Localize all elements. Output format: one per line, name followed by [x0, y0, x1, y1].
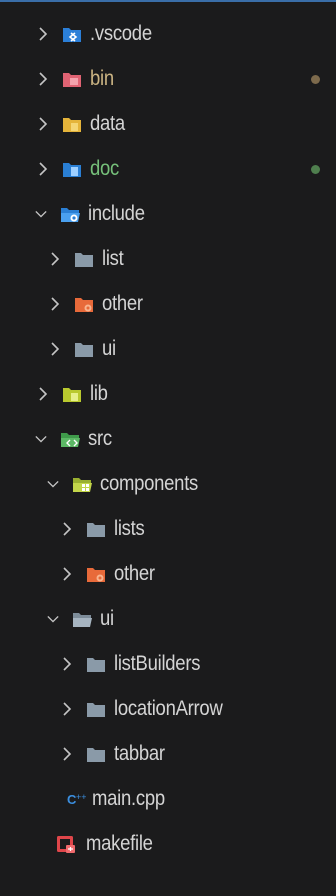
chevron-right-icon[interactable]: [36, 387, 50, 401]
tree-item-include-folder[interactable]: include: [0, 194, 336, 234]
tree-item-other-folder[interactable]: other: [0, 284, 336, 324]
tree-item-label: lib: [90, 382, 108, 405]
tree-item-main-cpp-file[interactable]: C ++ main.cpp: [0, 779, 336, 819]
vscode-folder-icon: [62, 24, 82, 44]
chevron-right-icon[interactable]: [48, 252, 62, 266]
tree-item-label: locationArrow: [114, 697, 223, 720]
chevron-right-icon[interactable]: [36, 162, 50, 176]
tree-item-label: bin: [90, 67, 114, 90]
chevron-right-icon[interactable]: [48, 297, 62, 311]
tree-item-tabbar-folder[interactable]: tabbar: [0, 734, 336, 774]
tree-item-label: main.cpp: [92, 787, 165, 810]
folder-icon: [86, 654, 106, 674]
tree-item-label: src: [88, 427, 112, 450]
other-folder-icon: [74, 294, 94, 314]
tree-item-ui-folder[interactable]: ui: [0, 599, 336, 639]
chevron-right-icon[interactable]: [60, 702, 74, 716]
tree-item-list-folder[interactable]: list: [0, 239, 336, 279]
tree-item-lib-folder[interactable]: lib: [0, 374, 336, 414]
tree-item-label: ui: [100, 607, 114, 630]
tree-item-label: data: [90, 112, 125, 135]
chevron-right-icon[interactable]: [48, 342, 62, 356]
folder-open-icon: [72, 609, 92, 629]
tree-item-other-folder[interactable]: other: [0, 554, 336, 594]
folder-icon: [74, 249, 94, 269]
tree-item-label: .vscode: [90, 22, 152, 45]
other-folder-icon: [86, 564, 106, 584]
tree-item-lists-folder[interactable]: lists: [0, 509, 336, 549]
modified-status-dot: [311, 74, 320, 84]
bin-folder-icon: [62, 69, 82, 89]
tree-item-data-folder[interactable]: data: [0, 104, 336, 144]
tree-item-listbuilders-folder[interactable]: listBuilders: [0, 644, 336, 684]
folder-icon: [86, 744, 106, 764]
tree-item-doc-folder[interactable]: doc: [0, 149, 336, 189]
chevron-down-icon[interactable]: [34, 432, 48, 446]
untracked-status-dot: [311, 164, 320, 174]
tree-item-makefile[interactable]: makefile: [0, 824, 336, 864]
tree-item-label: list: [102, 247, 124, 270]
folder-icon: [74, 339, 94, 359]
src-folder-open-icon: [60, 429, 80, 449]
tree-item-label: tabbar: [114, 742, 165, 765]
tree-item-vscode-folder[interactable]: .vscode: [0, 14, 336, 54]
tree-item-label: doc: [90, 157, 120, 180]
components-folder-open-icon: [72, 474, 92, 494]
cpp-file-icon: C ++: [66, 789, 86, 809]
doc-folder-icon: [62, 159, 82, 179]
chevron-right-icon[interactable]: [60, 567, 74, 581]
file-explorer: .vscode bin data doc include list other …: [0, 0, 336, 896]
tree-item-label: other: [102, 292, 143, 315]
data-folder-icon: [62, 114, 82, 134]
chevron-down-icon[interactable]: [34, 207, 48, 221]
chevron-right-icon[interactable]: [60, 747, 74, 761]
tree-item-ui-folder[interactable]: ui: [0, 329, 336, 369]
chevron-right-icon[interactable]: [36, 27, 50, 41]
tree-item-src-folder[interactable]: src: [0, 419, 336, 459]
tree-item-bin-folder[interactable]: bin: [0, 59, 336, 99]
tree-item-locationarrow-folder[interactable]: locationArrow: [0, 689, 336, 729]
tree-item-label: include: [88, 202, 145, 225]
tree-item-label: makefile: [86, 832, 153, 855]
svg-text:++: ++: [76, 792, 86, 802]
tree-item-components-folder[interactable]: components: [0, 464, 336, 504]
folder-icon: [86, 699, 106, 719]
chevron-down-icon[interactable]: [46, 477, 60, 491]
tree-item-label: lists: [114, 517, 145, 540]
chevron-down-icon[interactable]: [46, 612, 60, 626]
tree-item-label: ui: [102, 337, 116, 360]
chevron-right-icon[interactable]: [36, 72, 50, 86]
chevron-right-icon[interactable]: [36, 117, 50, 131]
chevron-right-icon[interactable]: [60, 657, 74, 671]
tree-item-label: components: [100, 472, 199, 495]
makefile-icon: [56, 834, 76, 854]
tree-item-label: listBuilders: [114, 652, 201, 675]
lib-folder-icon: [62, 384, 82, 404]
include-folder-open-icon: [60, 204, 80, 224]
tree-item-label: other: [114, 562, 155, 585]
chevron-right-icon[interactable]: [60, 522, 74, 536]
folder-icon: [86, 519, 106, 539]
